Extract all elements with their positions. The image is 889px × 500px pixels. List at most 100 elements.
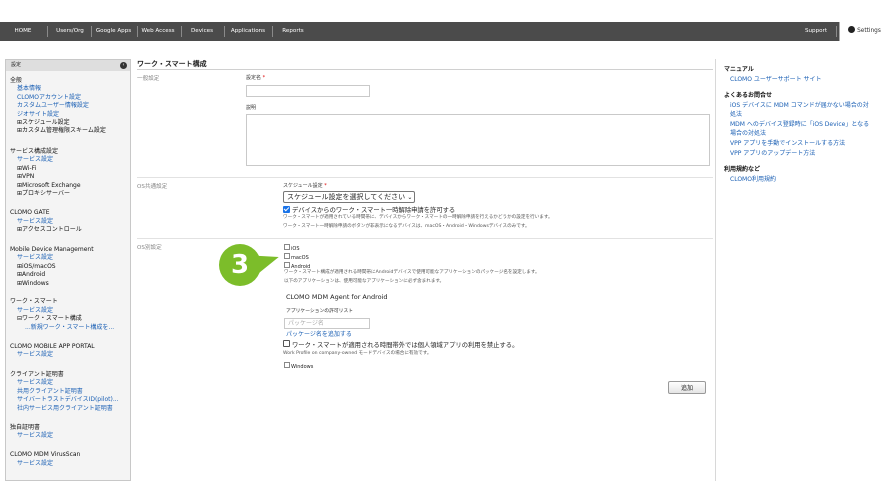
page-title: ワーク・スマート構成 bbox=[137, 60, 207, 68]
terms-title: 利用規約など bbox=[724, 166, 761, 173]
sidebar-tree-item[interactable]: ⊞Windows bbox=[17, 280, 49, 288]
sidebar-link[interactable]: 基本情報 bbox=[17, 85, 41, 93]
tree-ios[interactable]: iOS bbox=[284, 244, 300, 252]
sidebar-link[interactable]: サービス設定 bbox=[17, 307, 53, 315]
add-button[interactable]: 追加 bbox=[668, 381, 706, 394]
general-section-label: 一般設定 bbox=[137, 76, 160, 82]
sidebar-tree-item[interactable]: ⊞iOS/macOS bbox=[17, 263, 56, 271]
right-panel-divider bbox=[715, 59, 716, 481]
sidebar-group-title: ワーク・スマート bbox=[10, 298, 58, 305]
gear-icon bbox=[848, 26, 856, 33]
nav-divider bbox=[224, 26, 225, 37]
sidebar-tree-item[interactable]: ⊞VPN bbox=[17, 173, 34, 181]
sidebar-group-title: Mobile Device Management bbox=[10, 246, 94, 253]
manual-link[interactable]: CLOMO ユーザーサポート サイト bbox=[730, 76, 822, 84]
expand-icon bbox=[284, 362, 290, 368]
allow-release-description-2: ワーク・スマート一時解除申請のボタンが非表示になるデバイスは、macOS・And… bbox=[283, 224, 530, 229]
tree-macos[interactable]: macOS bbox=[284, 253, 309, 261]
sidebar-link[interactable]: ...新規ワーク・スマート構成を... bbox=[25, 324, 114, 332]
schedule-select[interactable]: スケジュール設定を選択してください ⌄ bbox=[283, 191, 415, 203]
allow-list-label: アプリケーションの許可リスト bbox=[286, 309, 354, 314]
terms-link[interactable]: CLOMO利用規約 bbox=[730, 176, 776, 184]
nav-devices[interactable]: Devices bbox=[183, 22, 221, 41]
sidebar-link[interactable]: カスタムユーザー情報設定 bbox=[17, 102, 89, 110]
sidebar-group-title: 独自証明書 bbox=[10, 424, 41, 431]
top-navigation-bar: HOME Users/Org Google Apps Web Access De… bbox=[0, 22, 889, 41]
sidebar-link[interactable]: サービス設定 bbox=[17, 432, 53, 440]
nav-divider bbox=[137, 26, 138, 37]
section-divider bbox=[137, 177, 713, 178]
sidebar-group-title: 全般 bbox=[10, 77, 23, 84]
nav-reports[interactable]: Reports bbox=[276, 22, 310, 41]
nav-users-org[interactable]: Users/Org bbox=[51, 22, 89, 41]
nav-divider bbox=[181, 26, 182, 37]
sidebar-tree-item[interactable]: ⊟ワーク・スマート構成 bbox=[17, 315, 82, 323]
section-divider bbox=[137, 238, 713, 239]
sidebar-group-title: CLOMO MDM VirusScan bbox=[10, 451, 81, 458]
os-common-section-label: OS共通設定 bbox=[137, 184, 168, 190]
collapse-sidebar-icon[interactable]: ‹ bbox=[120, 62, 127, 69]
sidebar-link[interactable]: サービス設定 bbox=[17, 254, 53, 262]
nav-applications[interactable]: Applications bbox=[226, 22, 270, 41]
sidebar-link[interactable]: 社内サービス用クライアント証明書 bbox=[17, 405, 113, 413]
package-name-input[interactable]: パッケージ名 bbox=[284, 318, 370, 329]
nav-google-apps[interactable]: Google Apps bbox=[93, 22, 134, 41]
sidebar-link[interactable]: 共用クライアント証明書 bbox=[17, 388, 83, 396]
sidebar-header: 設定 ‹ bbox=[6, 60, 130, 71]
nav-web-access[interactable]: Web Access bbox=[139, 22, 177, 41]
description-textarea[interactable] bbox=[246, 114, 710, 166]
sidebar-link[interactable]: サービス設定 bbox=[17, 351, 53, 359]
faq-link[interactable]: VPP アプリのアップデート方法 bbox=[730, 150, 815, 158]
nav-divider bbox=[836, 26, 837, 37]
sidebar-link[interactable]: サービス設定 bbox=[17, 379, 53, 387]
expand-icon bbox=[284, 244, 290, 250]
title-divider bbox=[137, 69, 713, 70]
sidebar-link[interactable]: ジオサイト設定 bbox=[17, 111, 59, 119]
faq-link[interactable]: MDM へのデバイス登録時に「iOS Device」となる bbox=[730, 121, 869, 129]
name-label: 設定名 * bbox=[246, 75, 266, 81]
allow-temporary-release-checkbox[interactable] bbox=[283, 206, 290, 213]
faq-link[interactable]: 場合の対処法 bbox=[730, 130, 766, 138]
agent-name: CLOMO MDM Agent for Android bbox=[286, 293, 388, 301]
sidebar-tree-item[interactable]: ⊞Android bbox=[17, 271, 45, 279]
manual-title: マニュアル bbox=[724, 66, 754, 73]
faq-link[interactable]: VPP アプリを手動でインストールする方法 bbox=[730, 140, 845, 148]
prohibit-personal-apps-label: ワーク・スマートが適用される時間帯外では個人領域アプリの利用を禁止する。 bbox=[292, 342, 519, 349]
allow-release-description-1: ワーク・スマートが適用されている時間帯に、デバイスからワーク・スマートの一時解除… bbox=[283, 215, 553, 220]
sidebar-tree-item[interactable]: ⊞Wi-Fi bbox=[17, 165, 36, 173]
name-input[interactable] bbox=[246, 85, 370, 97]
tree-windows[interactable]: Windows bbox=[284, 362, 313, 370]
android-description-2: 以下のアプリケーションは、使用可能なアプリケーションに必ず含まれます。 bbox=[284, 279, 445, 284]
description-label: 説明 bbox=[246, 105, 257, 111]
sidebar-link[interactable]: CLOMOアカウント設定 bbox=[17, 94, 81, 102]
add-package-link[interactable]: パッケージ名を追加する bbox=[286, 329, 352, 338]
sidebar-group-title: サービス構成設定 bbox=[10, 148, 59, 155]
sidebar-link[interactable]: サービス設定 bbox=[17, 460, 53, 468]
sidebar-tree-item[interactable]: ⊞アクセスコントロール bbox=[17, 226, 82, 234]
sidebar-group-title: CLOMO MOBILE APP PORTAL bbox=[10, 343, 95, 350]
collapse-icon bbox=[284, 262, 290, 268]
nav-home[interactable]: HOME bbox=[6, 22, 40, 41]
sidebar-tree-item[interactable]: ⊞スケジュール設定 bbox=[17, 119, 70, 127]
nav-support[interactable]: Support bbox=[800, 22, 832, 41]
sidebar-group-title: クライアント証明書 bbox=[10, 371, 64, 378]
allow-temporary-release-label: デバイスからのワーク・スマート一時解除申請を許可する bbox=[292, 207, 456, 214]
os-specific-section-label: OS別設定 bbox=[137, 245, 162, 251]
sidebar-tree-item[interactable]: ⊞Microsoft Exchange bbox=[17, 182, 81, 190]
sidebar-link[interactable]: サービス設定 bbox=[17, 156, 53, 164]
sidebar-group-title: CLOMO GATE bbox=[10, 209, 50, 216]
sidebar-tree-item[interactable]: ⊞カスタム管理権限スキーム設定 bbox=[17, 127, 106, 135]
prohibit-description: Work Profile on company-owned モードデバイスの場合… bbox=[283, 351, 432, 356]
nav-divider bbox=[91, 26, 92, 37]
sidebar-link[interactable]: サービス設定 bbox=[17, 218, 53, 226]
callout-number-badge: 3 bbox=[219, 244, 261, 286]
faq-link[interactable]: iOS デバイスに MDM コマンドが届かない場合の対 bbox=[730, 102, 869, 110]
sidebar-link[interactable]: サイバートラストデバイスID(pilot)... bbox=[17, 396, 119, 404]
faq-link[interactable]: 処法 bbox=[730, 111, 742, 119]
schedule-label: スケジュール設定 * bbox=[283, 183, 327, 189]
sidebar-tree-item[interactable]: ⊞プロキシサーバー bbox=[17, 190, 70, 198]
nav-divider bbox=[47, 26, 48, 37]
faq-title: よくあるお問合せ bbox=[724, 92, 773, 99]
nav-settings-tab[interactable]: Settings bbox=[839, 22, 889, 41]
prohibit-personal-apps-checkbox[interactable] bbox=[283, 340, 290, 347]
